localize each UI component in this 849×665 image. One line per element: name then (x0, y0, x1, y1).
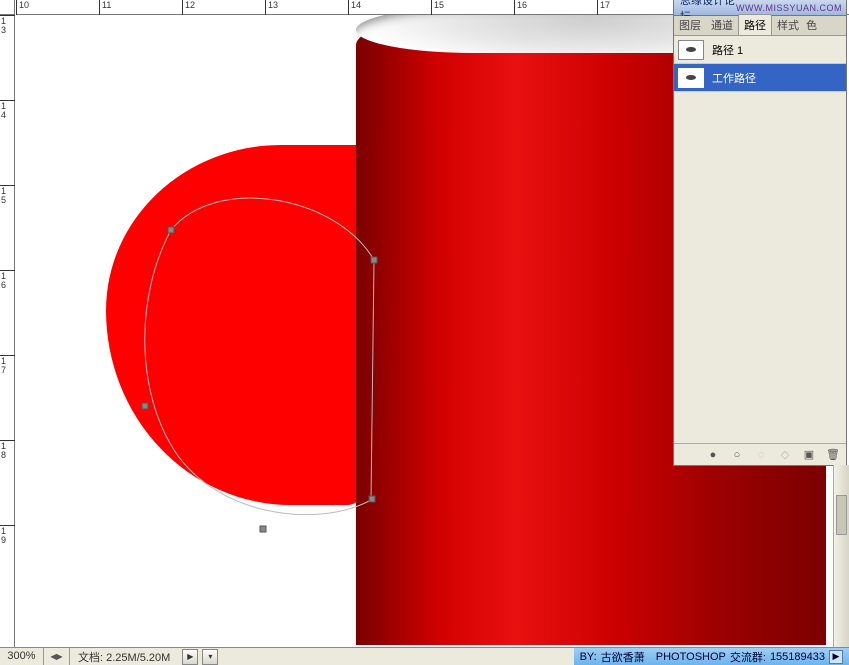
doc-info[interactable]: 文档: 2.25M/5.20M (70, 649, 178, 665)
tab-truncated[interactable]: 色 (804, 15, 819, 35)
stroke-path-icon[interactable]: ○ (730, 448, 744, 462)
path-item[interactable]: 路径 1 (674, 36, 846, 64)
tab-paths[interactable]: 路径 (738, 14, 772, 35)
nav-arrows[interactable]: ◀▶ (44, 648, 70, 665)
doc-info-extra-button[interactable]: ▾ (202, 649, 218, 665)
doc-info-label: 文档: (78, 652, 103, 664)
path-to-selection-icon[interactable]: ◌ (754, 448, 768, 462)
doc-info-menu-button[interactable]: ▶ (182, 649, 198, 665)
ruler-v-tick: 1 5 (1, 187, 6, 205)
ruler-h-tick: 11 (102, 0, 111, 10)
fill-path-icon[interactable]: ● (706, 448, 720, 462)
status-bar: 300% ◀▶ 文档: 2.25M/5.20M ▶ ▾ BY: 古欲香萧 PHO… (0, 647, 849, 665)
panel-footer: ● ○ ◌ ◇ ▣ 🗑 (674, 443, 846, 465)
panel-logo: WWW.MISSYUAN.COM (736, 3, 846, 13)
path-item[interactable]: 工作路径 (674, 64, 846, 92)
delete-path-icon[interactable]: 🗑 (826, 448, 840, 462)
zoom-field[interactable]: 300% (0, 648, 44, 665)
ruler-v-tick: 1 4 (1, 102, 6, 120)
doc-info-size: 2.25M/5.20M (106, 652, 170, 664)
path-thumbnail (678, 40, 704, 60)
selection-to-path-icon[interactable]: ◇ (778, 448, 792, 462)
credit-arrow-icon[interactable]: ▶ (829, 650, 843, 664)
tab-channels[interactable]: 通道 (706, 15, 738, 35)
credit-bar: BY: 古欲香萧 PHOTOSHOP 交流群: 155189433 ▶ (574, 648, 849, 665)
ruler-h-tick: 10 (19, 0, 29, 10)
right-arrow-icon: ▶ (57, 652, 63, 661)
paths-panel[interactable]: 思缘设计论坛 WWW.MISSYUAN.COM 图层 通道 路径 样式 色 路径… (673, 0, 847, 466)
credit-group-id: 155189433 (770, 651, 825, 663)
ruler-h-tick: 16 (517, 0, 527, 10)
path-item-label: 工作路径 (712, 70, 756, 86)
vertical-ruler: 1 3 1 4 1 5 1 6 1 7 1 8 1 9 (0, 15, 15, 647)
tab-layers[interactable]: 图层 (674, 15, 706, 35)
ruler-origin (0, 0, 15, 15)
credit-group-label: 交流群: (730, 649, 766, 665)
new-path-icon[interactable]: ▣ (802, 448, 816, 462)
ruler-h-tick: 17 (600, 0, 610, 10)
path-item-label: 路径 1 (712, 42, 743, 58)
credit-author: 古欲香萧 (601, 649, 645, 665)
ruler-h-tick: 15 (434, 0, 444, 10)
credit-prefix: BY: (580, 651, 597, 663)
path-thumbnail (678, 68, 704, 88)
cup-handle-shape (106, 145, 386, 505)
ruler-v-tick: 1 7 (1, 357, 6, 375)
scrollbar-thumb[interactable] (836, 495, 847, 535)
ruler-h-tick: 12 (185, 0, 195, 10)
ruler-v-tick: 1 3 (1, 17, 6, 35)
ruler-v-tick: 1 9 (1, 527, 6, 545)
panel-tab-bar: 图层 通道 路径 样式 色 (674, 16, 846, 36)
path-list: 路径 1 工作路径 (674, 36, 846, 443)
ruler-h-tick: 14 (351, 0, 361, 10)
tab-styles[interactable]: 样式 (772, 15, 804, 35)
credit-app: PHOTOSHOP (656, 651, 726, 663)
ruler-v-tick: 1 8 (1, 442, 6, 460)
vertical-scrollbar[interactable] (833, 465, 849, 647)
ruler-v-tick: 1 6 (1, 272, 6, 290)
ruler-h-tick: 13 (268, 0, 278, 10)
